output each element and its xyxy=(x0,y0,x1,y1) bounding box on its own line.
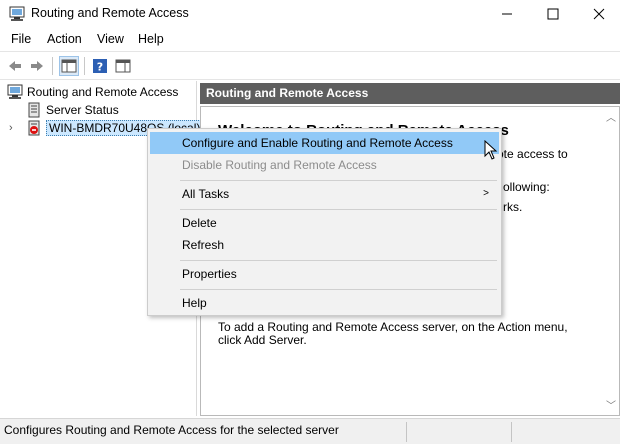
maximize-icon xyxy=(547,8,559,20)
menu-file[interactable]: File xyxy=(11,32,31,46)
forward-button[interactable] xyxy=(27,56,47,76)
menu-separator xyxy=(180,260,497,261)
content-partial-line1: ote access to xyxy=(497,147,568,161)
toolbar: ? xyxy=(0,51,620,80)
menu-all-tasks-label: All Tasks xyxy=(182,187,230,201)
routing-app-icon xyxy=(9,6,25,21)
close-icon xyxy=(593,8,605,20)
menu-bar: File Action View Help xyxy=(0,29,620,51)
tree-item-root[interactable]: Routing and Remote Access xyxy=(7,83,178,101)
menu-delete[interactable]: Delete xyxy=(150,212,499,234)
minimize-button[interactable] xyxy=(484,0,530,28)
content-add-server-line2: click Add Server. xyxy=(218,333,307,347)
scroll-up-icon[interactable]: ︿ xyxy=(606,109,616,124)
toolbar-separator xyxy=(84,57,85,75)
help-button[interactable]: ? xyxy=(90,56,110,76)
context-menu: Configure and Enable Routing and Remote … xyxy=(147,128,502,316)
help-icon: ? xyxy=(93,59,107,74)
server-stopped-icon xyxy=(28,120,40,136)
status-divider xyxy=(511,422,512,442)
back-icon xyxy=(9,61,21,71)
status-divider xyxy=(406,422,407,442)
menu-separator xyxy=(180,289,497,290)
toolbar-separator xyxy=(52,57,53,75)
properties-icon xyxy=(115,59,131,73)
menu-action[interactable]: Action xyxy=(47,32,82,46)
forward-icon xyxy=(31,61,43,71)
menu-disable: Disable Routing and Remote Access xyxy=(182,158,377,172)
status-text: Configures Routing and Remote Access for… xyxy=(4,423,339,437)
menu-properties[interactable]: Properties xyxy=(150,263,499,285)
back-button[interactable] xyxy=(5,56,25,76)
server-status-icon xyxy=(28,102,40,118)
content-add-server-line1: To add a Routing and Remote Access serve… xyxy=(218,320,568,334)
close-button[interactable] xyxy=(576,0,620,28)
menu-help[interactable]: Help xyxy=(138,32,164,46)
status-bar: Configures Routing and Remote Access for… xyxy=(0,418,620,444)
menu-configure-enable[interactable]: Configure and Enable Routing and Remote … xyxy=(150,132,499,154)
maximize-button[interactable] xyxy=(530,0,576,28)
window-title: Routing and Remote Access xyxy=(31,6,189,20)
menu-separator xyxy=(180,180,497,181)
menu-all-tasks[interactable]: All Tasks > xyxy=(150,183,499,205)
properties-button[interactable] xyxy=(113,56,133,76)
menu-help-item[interactable]: Help xyxy=(150,292,499,314)
svg-text:?: ? xyxy=(97,61,103,74)
vertical-scrollbar[interactable]: ︿ ﹀ xyxy=(602,107,619,415)
menu-view[interactable]: View xyxy=(97,32,124,46)
scroll-down-icon[interactable]: ﹀ xyxy=(606,397,616,412)
show-hide-tree-icon xyxy=(61,59,77,73)
expand-chevron-icon[interactable]: › xyxy=(9,122,13,134)
tree-label-server-status: Server Status xyxy=(46,103,119,117)
mouse-cursor-icon xyxy=(484,140,498,160)
tree-item-server-status[interactable]: Server Status xyxy=(26,101,119,119)
minimize-icon xyxy=(502,13,512,15)
tree-label-root: Routing and Remote Access xyxy=(27,85,179,99)
details-header: Routing and Remote Access xyxy=(200,83,620,104)
menu-refresh[interactable]: Refresh xyxy=(150,234,499,256)
title-bar: Routing and Remote Access xyxy=(0,0,620,28)
app-window: Routing and Remote Access File Action Vi… xyxy=(0,0,620,444)
content-partial-line2: ollowing: xyxy=(503,180,550,194)
submenu-arrow-icon: > xyxy=(483,188,489,199)
show-hide-tree-button[interactable] xyxy=(59,56,79,76)
menu-separator xyxy=(180,209,497,210)
content-partial-line3: rks. xyxy=(503,200,523,214)
routing-icon xyxy=(7,84,23,99)
